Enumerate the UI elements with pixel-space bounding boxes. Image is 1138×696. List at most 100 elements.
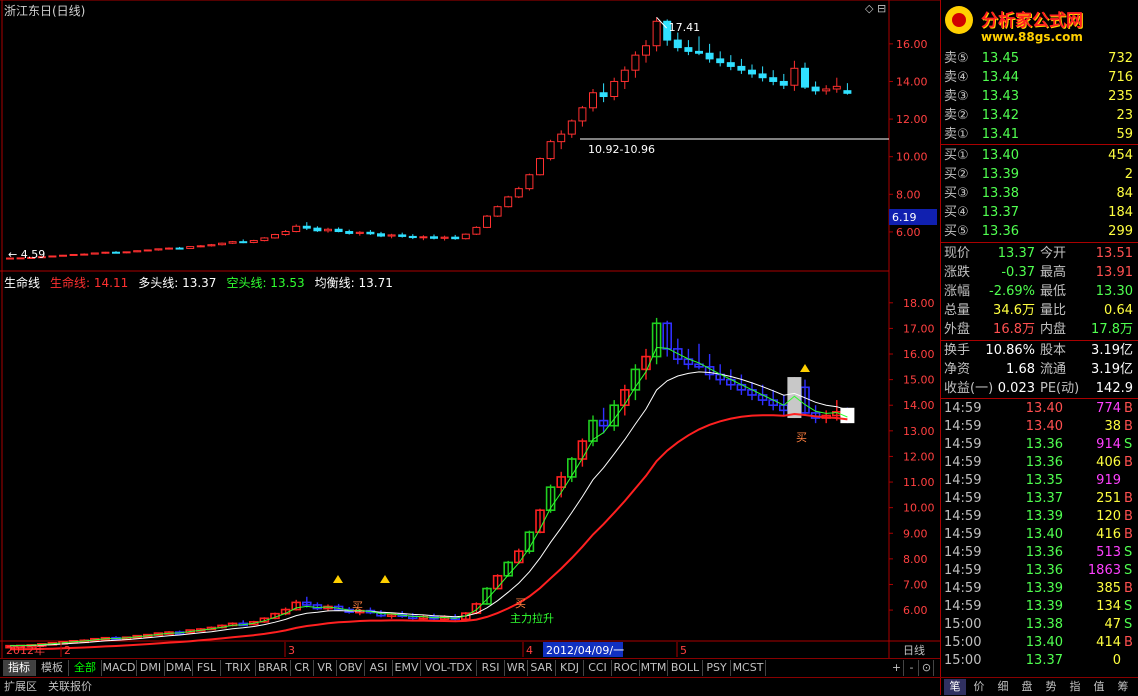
upper-candle[interactable] (249, 240, 258, 243)
upper-candle[interactable] (705, 52, 714, 60)
indicator-tab[interactable]: EMV (393, 660, 421, 676)
tick-row[interactable]: 14:59 13.39 120 B (941, 508, 1138, 526)
indicator-tab[interactable]: VR (314, 660, 337, 676)
indicator-tab[interactable]: PSY (703, 660, 731, 676)
tick-row[interactable]: 14:59 13.36 914 S (941, 436, 1138, 454)
upper-candle[interactable] (387, 234, 396, 237)
tick-row[interactable]: 14:59 13.36 406 B (941, 454, 1138, 472)
order-book-row[interactable]: 买② 13.39 2 (941, 165, 1138, 184)
order-book-row[interactable]: 卖④ 13.44 716 (941, 68, 1138, 87)
tick-row[interactable]: 14:59 13.36 1863 S (941, 562, 1138, 580)
tick-row[interactable]: 14:59 13.39 134 S (941, 598, 1138, 616)
upper-candle[interactable] (525, 174, 534, 190)
indicator-tab[interactable]: DMA (165, 660, 193, 676)
indicator-tab[interactable]: CCI (584, 660, 612, 676)
upper-candle[interactable] (567, 120, 576, 135)
indicator-tab[interactable]: 模板 (36, 660, 69, 676)
indicator-tab[interactable]: BRAR (256, 660, 291, 676)
indicator-tab[interactable]: ROC (612, 660, 640, 676)
upper-candle[interactable] (175, 247, 184, 250)
upper-candle[interactable] (101, 251, 110, 254)
indicator-tab[interactable]: KDJ (556, 660, 584, 676)
order-book-row[interactable]: 卖① 13.41 59 (941, 125, 1138, 144)
upper-candle[interactable] (599, 92, 608, 98)
upper-candle[interactable] (133, 250, 142, 253)
upper-candle[interactable] (324, 228, 332, 232)
upper-candle[interactable] (536, 158, 544, 176)
upper-candle[interactable] (514, 188, 523, 198)
upper-candle[interactable] (207, 244, 216, 247)
kline-chart[interactable]: 16.00 14.00 12.00 10.00 8.00 6.00 17.41 10.92-1… (0, 0, 940, 658)
upper-candle[interactable] (186, 246, 195, 249)
upper-candle[interactable] (631, 54, 640, 71)
tick-row[interactable]: 14:59 13.35 919 (941, 472, 1138, 490)
upper-candle[interactable] (472, 226, 481, 235)
order-book-row[interactable]: 卖⑤ 13.45 732 (941, 49, 1138, 68)
upper-candle[interactable] (610, 80, 619, 98)
upper-candle[interactable] (620, 69, 629, 82)
indicator-tab[interactable]: WR (505, 660, 528, 676)
upper-candle[interactable] (811, 86, 820, 92)
tick-row[interactable]: 14:59 13.40 416 B (941, 526, 1138, 544)
upper-candle[interactable] (271, 234, 279, 239)
upper-candle[interactable] (440, 236, 449, 239)
zoom-minus-button[interactable]: - (905, 660, 919, 676)
upper-candle[interactable] (451, 236, 460, 240)
indicator-tab[interactable]: BOLL (668, 660, 703, 676)
upper-candle[interactable] (546, 141, 555, 160)
tick-row[interactable]: 14:59 13.36 513 S (941, 544, 1138, 562)
right-panel-tab[interactable]: 势 (1040, 679, 1062, 695)
upper-candle[interactable] (748, 69, 756, 75)
order-book-row[interactable]: 买① 13.40 454 (941, 146, 1138, 165)
upper-candle[interactable] (313, 227, 322, 232)
upper-candle[interactable] (366, 231, 375, 235)
right-panel-tab[interactable]: 筹 (1112, 679, 1134, 695)
upper-candle[interactable] (165, 247, 173, 250)
order-book-row[interactable]: 卖③ 13.43 235 (941, 87, 1138, 106)
zoom-plus-button[interactable]: + (890, 660, 904, 676)
upper-candle[interactable] (695, 50, 703, 54)
indicator-tab[interactable]: FSL (193, 660, 221, 676)
upper-candle[interactable] (779, 80, 788, 86)
upper-candle[interactable] (122, 251, 131, 254)
upper-candle[interactable] (801, 67, 809, 88)
upper-candle[interactable] (228, 241, 237, 244)
upper-candle[interactable] (398, 234, 407, 237)
chart-area[interactable]: 16.00 14.00 12.00 10.00 8.00 6.00 17.41 10.92-1… (0, 0, 940, 658)
upper-candle[interactable] (239, 241, 248, 244)
tick-row[interactable]: 15:00 13.38 47 S (941, 616, 1138, 634)
indicator-tab[interactable]: 指标 (3, 660, 36, 676)
upper-candle[interactable] (822, 88, 831, 92)
upper-candle[interactable] (430, 236, 438, 239)
indicator-tab[interactable]: OBV (337, 660, 365, 676)
upper-candle[interactable] (642, 45, 650, 56)
upper-candle[interactable] (483, 215, 491, 228)
upper-candle[interactable] (461, 233, 470, 240)
upper-candle[interactable] (90, 252, 99, 255)
upper-candle[interactable] (218, 242, 226, 246)
upper-candle[interactable] (716, 58, 725, 64)
upper-candle[interactable] (673, 39, 682, 49)
upper-candle[interactable] (59, 254, 67, 257)
upper-candle[interactable] (292, 225, 301, 233)
indicator-tab[interactable]: MTM (640, 660, 668, 676)
upper-candle[interactable] (557, 133, 566, 143)
bottom-tab[interactable]: 扩展区 (4, 679, 37, 695)
right-panel-tab[interactable]: 细 (992, 679, 1014, 695)
upper-candle[interactable] (589, 92, 597, 109)
indicator-tab[interactable]: RSI (477, 660, 505, 676)
upper-candle[interactable] (154, 248, 163, 251)
upper-candle[interactable] (652, 20, 661, 47)
upper-candle[interactable] (281, 231, 290, 236)
indicator-tab[interactable]: VOL-TDX (421, 660, 477, 676)
tick-row[interactable]: 14:59 13.40 38 B (941, 418, 1138, 436)
order-book-row[interactable]: 卖② 13.42 23 (941, 106, 1138, 125)
indicator-tab[interactable]: CR (291, 660, 314, 676)
upper-candle[interactable] (408, 235, 417, 239)
upper-candle[interactable] (334, 228, 343, 233)
upper-candle[interactable] (345, 231, 354, 234)
upper-candle[interactable] (143, 249, 152, 252)
upper-candle[interactable] (69, 253, 78, 256)
indicator-tab[interactable]: 全部 (69, 660, 102, 676)
upper-candle[interactable] (843, 90, 852, 94)
